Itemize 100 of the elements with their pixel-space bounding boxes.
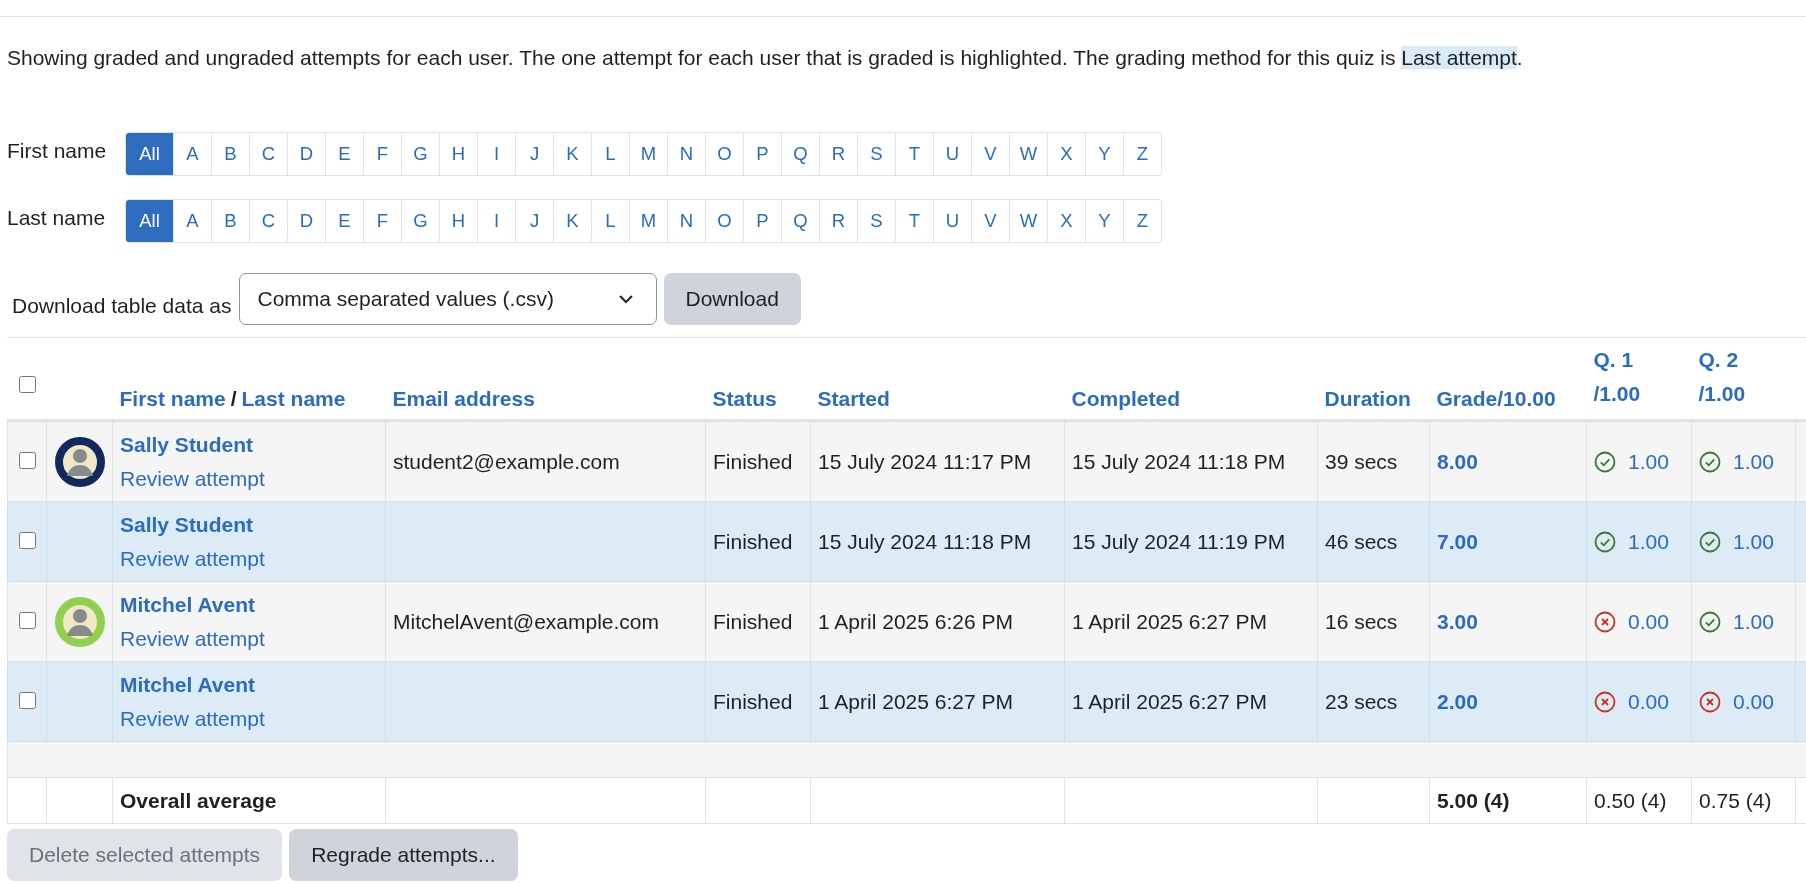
grade-link[interactable]: 8.00 [1437,449,1478,473]
initial-filter-link[interactable]: J [515,200,553,242]
sort-link[interactable]: Q. 1 /1.00 [1593,343,1685,411]
select-checkbox[interactable] [19,691,36,709]
initial-filter-link[interactable]: Z [1123,200,1161,242]
review-attempt-link[interactable]: Review attempt [120,541,378,576]
initial-filter-link[interactable]: A [173,200,211,242]
initial-filter-link[interactable]: J [515,133,553,175]
user-name-link[interactable]: Sally Student [120,427,378,462]
initial-filter-link[interactable]: Y [1085,133,1123,175]
initial-filter-link[interactable]: M [629,133,667,175]
initial-filter-link[interactable]: W [1009,133,1047,175]
initial-filter-link[interactable]: S [857,200,895,242]
sort-link[interactable]: Started [817,387,890,410]
initial-filter-link[interactable]: O [705,133,743,175]
select-checkbox[interactable] [18,376,36,393]
initial-filter-link[interactable]: R [819,133,857,175]
initial-filter-link[interactable]: C [249,133,287,175]
initial-filter-link[interactable]: C [249,200,287,242]
initial-filter-link[interactable]: V [971,200,1009,242]
question-mark-link[interactable]: 1.00 [1733,610,1774,634]
initial-filter-link[interactable]: G [401,200,439,242]
initial-filter-link[interactable]: K [553,133,591,175]
initial-filter-link[interactable]: A [173,133,211,175]
sort-link[interactable]: Last name [241,387,346,410]
average-grade: 5.00 (4) [1437,788,1510,812]
initial-filter-link[interactable]: L [591,133,629,175]
sort-link[interactable]: Duration [1324,387,1411,410]
download-button[interactable]: Download [663,273,801,325]
initial-filter-link[interactable]: V [971,133,1009,175]
initial-filter-link[interactable]: N [667,200,705,242]
initial-filter-link[interactable]: All [126,133,173,175]
average-mark: 0.75 (4) [1699,788,1772,812]
initial-filter-link[interactable]: G [401,133,439,175]
initial-filter-link[interactable]: T [895,200,933,242]
select-checkbox[interactable] [19,531,36,549]
review-attempt-link[interactable]: Review attempt [120,621,378,656]
initial-filter-link[interactable]: D [287,200,325,242]
initial-filter-link[interactable]: H [439,200,477,242]
sort-link[interactable]: Email address [392,387,535,410]
initial-filter-link[interactable]: F [363,133,401,175]
initial-filter-link[interactable]: N [667,133,705,175]
initial-filter-link[interactable]: Y [1085,200,1123,242]
date-text: 15 July 2024 11:18 PM [1072,449,1286,473]
initial-filter-link[interactable]: E [325,133,363,175]
grade-link[interactable]: 2.00 [1437,689,1478,713]
initial-filter-link[interactable]: B [211,200,249,242]
initial-filter-link[interactable]: U [933,200,971,242]
description-text: Showing graded and ungraded attempts for each user. The one attempt for each user that is graded is highlighted. The grading method for this quiz is Last attempt. [7,45,1524,71]
initial-filter-link[interactable]: H [439,133,477,175]
initial-filter-link[interactable]: F [363,200,401,242]
question-mark-link[interactable]: 1.00 [1628,530,1669,554]
question-mark-link[interactable]: 0.00 [1628,610,1669,634]
initial-filter-link[interactable]: X [1047,200,1085,242]
initial-filter-link[interactable]: P [743,200,781,242]
user-name-link[interactable]: Sally Student [120,507,378,542]
initial-filter-link[interactable]: M [629,200,667,242]
grade-link[interactable]: 3.00 [1437,609,1478,633]
email-text: MitchelAvent@example.com [393,609,660,633]
user-name-link[interactable]: Mitchel Avent [120,587,378,622]
initial-filter-link[interactable]: D [287,133,325,175]
initial-filter-link[interactable]: W [1009,200,1047,242]
initial-filter-link[interactable]: O [705,200,743,242]
question-mark-link[interactable]: 0.00 [1733,690,1774,714]
initial-filter-link[interactable]: Q [781,200,819,242]
initial-filter-link[interactable]: I [477,133,515,175]
review-attempt-link[interactable]: Review attempt [120,701,378,736]
initial-filter-link[interactable]: L [591,200,629,242]
sort-link[interactable]: Completed [1071,387,1180,410]
initial-filter-link[interactable]: U [933,133,971,175]
initial-filter-link[interactable]: Q [781,133,819,175]
initial-filter-link[interactable]: T [895,133,933,175]
question-mark-link[interactable]: 1.00 [1733,450,1774,474]
date-text: 15 July 2024 11:19 PM [1072,529,1286,553]
question-mark-link[interactable]: 1.00 [1733,530,1774,554]
initial-filter-link[interactable]: I [477,200,515,242]
question-mark-link[interactable]: 1.00 [1628,450,1669,474]
format-select[interactable]: Comma separated values (.csv) [238,273,657,325]
sort-link[interactable]: Grade/10.00 [1436,387,1556,410]
action-button[interactable]: Regrade attempts... [289,829,518,881]
initial-filter-link[interactable]: X [1047,133,1085,175]
initial-filter-link[interactable]: Z [1123,133,1161,175]
grade-link[interactable]: 7.00 [1437,529,1478,553]
initial-filter-link[interactable]: All [126,200,173,242]
initial-filter-link[interactable]: E [325,200,363,242]
select-checkbox[interactable] [19,451,36,469]
initial-filter-link[interactable]: R [819,200,857,242]
user-name-link[interactable]: Mitchel Avent [120,667,378,702]
question-mark-link[interactable]: 0.00 [1628,690,1669,714]
initial-filter-link[interactable]: B [211,133,249,175]
sort-link[interactable]: Q. 2 /1.00 [1698,343,1789,411]
initial-filter-link[interactable]: P [743,133,781,175]
initial-filter-link[interactable]: S [857,133,895,175]
duration-text: 46 secs [1325,529,1398,553]
select-checkbox[interactable] [19,611,36,629]
date-text: 15 July 2024 11:17 PM [818,449,1032,473]
sort-link[interactable]: Status [712,387,777,410]
review-attempt-link[interactable]: Review attempt [120,461,378,496]
initial-filter-link[interactable]: K [553,200,591,242]
sort-link[interactable]: First name [119,387,226,410]
